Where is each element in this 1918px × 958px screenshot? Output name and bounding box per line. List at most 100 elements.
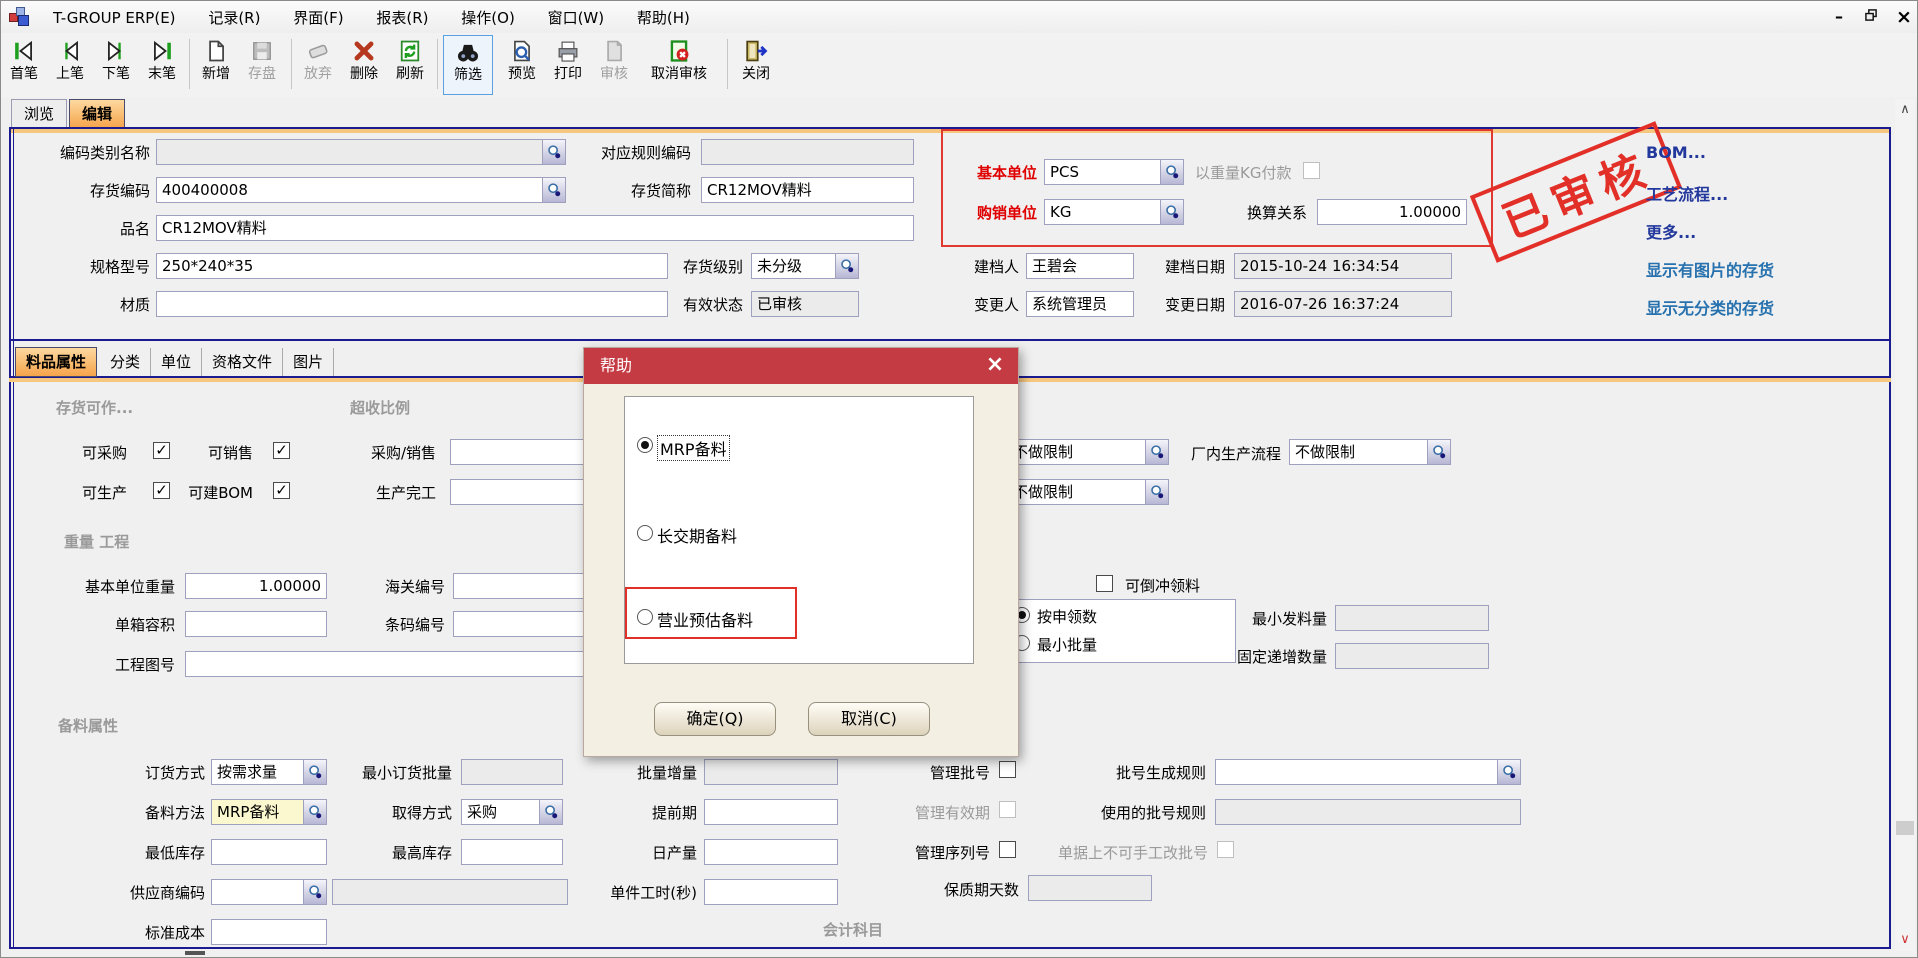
batch-rule-field[interactable] [1215,759,1521,785]
add-button[interactable]: 新增 [193,35,239,95]
first-record-button[interactable]: 首笔 [1,35,47,95]
link-more[interactable]: 更多... [1646,219,1696,243]
acquire-mode-field[interactable]: 采购 [461,799,563,825]
filter-button[interactable]: 筛选 [443,35,493,95]
modifier-label: 变更人 [953,295,1019,315]
lookup-icon[interactable] [303,760,326,784]
can-bom-checkbox[interactable] [273,482,290,499]
delete-button[interactable]: 删除 [341,35,387,95]
manage-batch-checkbox[interactable] [999,761,1016,778]
lookup-icon[interactable] [835,254,858,278]
min-order-field [461,759,563,785]
refresh-button[interactable]: 刷新 [387,35,433,95]
link-show-with-image[interactable]: 显示有图片的存货 [1646,257,1774,281]
cancel-audit-button[interactable]: 取消审核 [637,35,721,95]
link-process-flow[interactable]: 工艺流程... [1646,181,1728,205]
menu-item-app[interactable]: T-GROUP ERP(E) [39,3,190,32]
inv-code-field[interactable]: 400400008 [156,177,566,203]
close-button[interactable]: 关闭 [733,35,779,95]
lookup-icon[interactable] [539,800,562,824]
dialog-radio-mrp[interactable] [637,437,653,453]
dialog-option-list: MRP备料 长交期备料 营业预估备料 [624,396,974,664]
subtab-category[interactable]: 分类 [100,348,151,376]
tab-browse[interactable]: 浏览 [11,99,67,128]
subtab-qualification[interactable]: 资格文件 [202,348,283,376]
last-record-button[interactable]: 末笔 [139,35,185,95]
conv-field[interactable]: 1.00000 [1317,199,1467,225]
lead-time-field[interactable] [704,799,838,825]
restriction-2-field[interactable]: 不做限制 [1007,479,1169,505]
link-bom[interactable]: BOM... [1646,143,1706,162]
lookup-icon[interactable] [1427,440,1450,464]
dialog-option-label[interactable]: MRP备料 [657,435,730,461]
menu-item-help[interactable]: 帮助(H) [623,1,704,33]
menu-item-operate[interactable]: 操作(O) [447,1,529,33]
unit-time-field[interactable] [704,879,838,905]
rule-code-field [701,139,914,165]
restriction-1-field[interactable]: 不做限制 [1007,439,1169,465]
preview-icon [509,38,535,64]
preview-button[interactable]: 预览 [499,35,545,95]
min-stock-label: 最低库存 [119,843,205,863]
restore-button[interactable] [1859,7,1883,27]
backflush-checkbox[interactable] [1096,575,1113,592]
prod-name-field[interactable]: CR12MOV精料 [156,215,914,241]
lookup-icon[interactable] [1160,200,1183,224]
tab-edit[interactable]: 编辑 [69,99,125,128]
subtab-image[interactable]: 图片 [283,348,334,376]
subtab-item-attrs[interactable]: 料品属性 [15,347,97,377]
subtab-unit[interactable]: 单位 [151,348,202,376]
vertical-scrollbar[interactable]: ∧ ∨ [1895,99,1915,951]
lookup-icon[interactable] [1497,760,1520,784]
print-button[interactable]: 打印 [545,35,591,95]
max-stock-field[interactable] [461,839,563,865]
lookup-icon[interactable] [1145,480,1168,504]
lookup-icon[interactable] [542,140,565,164]
dialog-close-icon[interactable]: × [982,352,1008,378]
next-record-button[interactable]: 下笔 [93,35,139,95]
inv-level-field[interactable]: 未分级 [751,253,859,279]
scrollbar-thumb[interactable] [1896,821,1914,835]
menu-item-report[interactable]: 报表(R) [362,1,442,33]
can-purchase-checkbox[interactable] [153,442,170,459]
can-sale-checkbox[interactable] [273,442,290,459]
base-unit-field[interactable]: PCS [1044,159,1184,185]
supplier-code-field[interactable] [211,879,327,905]
prev-record-button[interactable]: 上笔 [47,35,93,95]
order-mode-field[interactable]: 按需求量 [211,759,327,785]
box-volume-field[interactable] [185,611,327,637]
can-produce-label: 可生产 [61,483,127,503]
close-window-button[interactable]: × [1892,7,1916,27]
link-show-unclassified[interactable]: 显示无分类的存货 [1646,295,1774,319]
spec-field[interactable]: 250*240*35 [156,253,668,279]
menu-item-record[interactable]: 记录(R) [194,1,274,33]
lookup-icon[interactable] [303,880,326,904]
factory-flow-field[interactable]: 不做限制 [1289,439,1451,465]
minimize-button[interactable]: – [1827,7,1851,27]
scroll-up-icon[interactable]: ∧ [1895,99,1915,121]
dialog-cancel-button[interactable]: 取消(C) [808,702,930,736]
base-weight-field[interactable]: 1.00000 [185,573,327,599]
min-stock-field[interactable] [211,839,327,865]
rule-code-label: 对应规则编码 [581,143,691,163]
modify-date-label: 变更日期 [1153,295,1225,315]
can-produce-checkbox[interactable] [153,482,170,499]
scroll-down-icon[interactable]: ∨ [1895,929,1915,951]
nav-last-icon [149,38,175,64]
dialog-radio-longlead[interactable] [637,525,653,541]
material-field[interactable] [156,291,668,317]
lookup-icon[interactable] [303,800,326,824]
dialog-ok-button[interactable]: 确定(Q) [654,702,776,736]
std-cost-field[interactable] [211,919,327,945]
trade-unit-field[interactable]: KG [1044,199,1184,225]
lookup-icon[interactable] [1145,440,1168,464]
daily-output-field[interactable] [704,839,838,865]
lookup-icon[interactable] [542,178,565,202]
inv-abbr-field[interactable]: CR12MOV精料 [701,177,914,203]
menu-item-window[interactable]: 窗口(W) [534,1,619,33]
manage-serial-checkbox[interactable] [999,841,1016,858]
dialog-option-label[interactable]: 长交期备料 [657,523,737,547]
prep-method-field[interactable]: MRP备料 [211,799,327,825]
menu-item-view[interactable]: 界面(F) [279,1,357,33]
lookup-icon[interactable] [1160,160,1183,184]
